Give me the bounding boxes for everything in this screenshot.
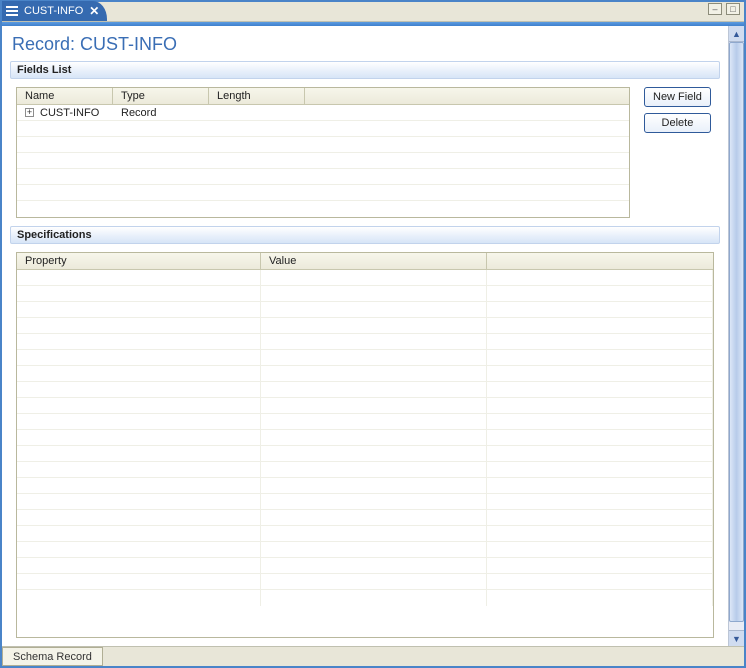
- spec-grid-rows: [17, 270, 713, 637]
- col-length[interactable]: Length: [209, 88, 305, 104]
- table-row: [17, 542, 713, 558]
- table-row: [17, 478, 713, 494]
- vertical-scrollbar[interactable]: ▲ ▼: [728, 26, 744, 646]
- table-row: [17, 398, 713, 414]
- table-row: [17, 414, 713, 430]
- table-row: [17, 382, 713, 398]
- specifications-section: Specifications Property Value: [10, 226, 720, 638]
- table-row: [17, 121, 629, 137]
- tab-schema-record[interactable]: Schema Record: [2, 647, 103, 666]
- minimize-button[interactable]: –: [708, 3, 722, 15]
- tab-label: CUST-INFO: [24, 5, 83, 17]
- col-spacer: [487, 253, 713, 269]
- table-row: [17, 430, 713, 446]
- specifications-grid[interactable]: Property Value: [16, 252, 714, 638]
- bottom-bar: Schema Record: [2, 646, 744, 666]
- table-row: [17, 350, 713, 366]
- menu-icon: [6, 6, 18, 16]
- content-area: Record: CUST-INFO Fields List Name Type …: [2, 26, 728, 646]
- delete-button[interactable]: Delete: [644, 113, 711, 133]
- expand-icon[interactable]: +: [25, 108, 34, 117]
- specifications-header: Specifications: [10, 226, 720, 244]
- table-row: [17, 590, 713, 606]
- table-row: [17, 366, 713, 382]
- table-row[interactable]: + CUST-INFO Record: [17, 105, 629, 121]
- fields-list-body: Name Type Length + CUST-INFO R: [10, 79, 720, 218]
- spec-grid-header: Property Value: [17, 253, 713, 270]
- table-row: [17, 185, 629, 201]
- table-row: [17, 334, 713, 350]
- fields-list-header: Fields List: [10, 61, 720, 79]
- table-row: [17, 558, 713, 574]
- close-icon[interactable]: ✕: [89, 5, 99, 17]
- table-row: [17, 270, 713, 286]
- cell-name: + CUST-INFO: [17, 105, 113, 120]
- table-row: [17, 462, 713, 478]
- fields-list-section: Fields List Name Type Length +: [10, 61, 720, 218]
- client-area: Record: CUST-INFO Fields List Name Type …: [2, 26, 744, 646]
- fields-grid[interactable]: Name Type Length + CUST-INFO R: [16, 87, 630, 218]
- col-name[interactable]: Name: [17, 88, 113, 104]
- fields-grid-header: Name Type Length: [17, 88, 629, 105]
- specifications-body: Property Value: [10, 244, 720, 638]
- table-row: [17, 169, 629, 185]
- maximize-button[interactable]: □: [726, 3, 740, 15]
- col-type[interactable]: Type: [113, 88, 209, 104]
- table-row: [17, 137, 629, 153]
- cell-spacer: [305, 105, 629, 120]
- table-row: [17, 510, 713, 526]
- col-spacer: [305, 88, 629, 104]
- new-field-button[interactable]: New Field: [644, 87, 711, 107]
- col-property[interactable]: Property: [17, 253, 261, 269]
- table-row: [17, 201, 629, 217]
- scroll-thumb[interactable]: [729, 42, 744, 622]
- table-row: [17, 318, 713, 334]
- page-title: Record: CUST-INFO: [2, 26, 728, 61]
- window-controls: – □: [708, 3, 740, 15]
- col-value[interactable]: Value: [261, 253, 487, 269]
- fields-buttons: New Field Delete: [644, 87, 711, 133]
- table-row: [17, 286, 713, 302]
- tab-bar: CUST-INFO ✕ – □: [2, 2, 744, 22]
- cell-type: Record: [113, 105, 209, 120]
- scroll-up-icon[interactable]: ▲: [729, 26, 744, 42]
- fields-grid-rows: + CUST-INFO Record: [17, 105, 629, 217]
- cell-length: [209, 105, 305, 120]
- field-name: CUST-INFO: [40, 107, 99, 119]
- tab-cust-info[interactable]: CUST-INFO ✕: [2, 1, 107, 21]
- table-row: [17, 446, 713, 462]
- table-row: [17, 302, 713, 318]
- scroll-down-icon[interactable]: ▼: [729, 630, 744, 646]
- table-row: [17, 574, 713, 590]
- scroll-track[interactable]: [729, 42, 744, 630]
- table-row: [17, 153, 629, 169]
- table-row: [17, 526, 713, 542]
- table-row: [17, 494, 713, 510]
- editor-window: CUST-INFO ✕ – □ Record: CUST-INFO Fields…: [0, 0, 746, 668]
